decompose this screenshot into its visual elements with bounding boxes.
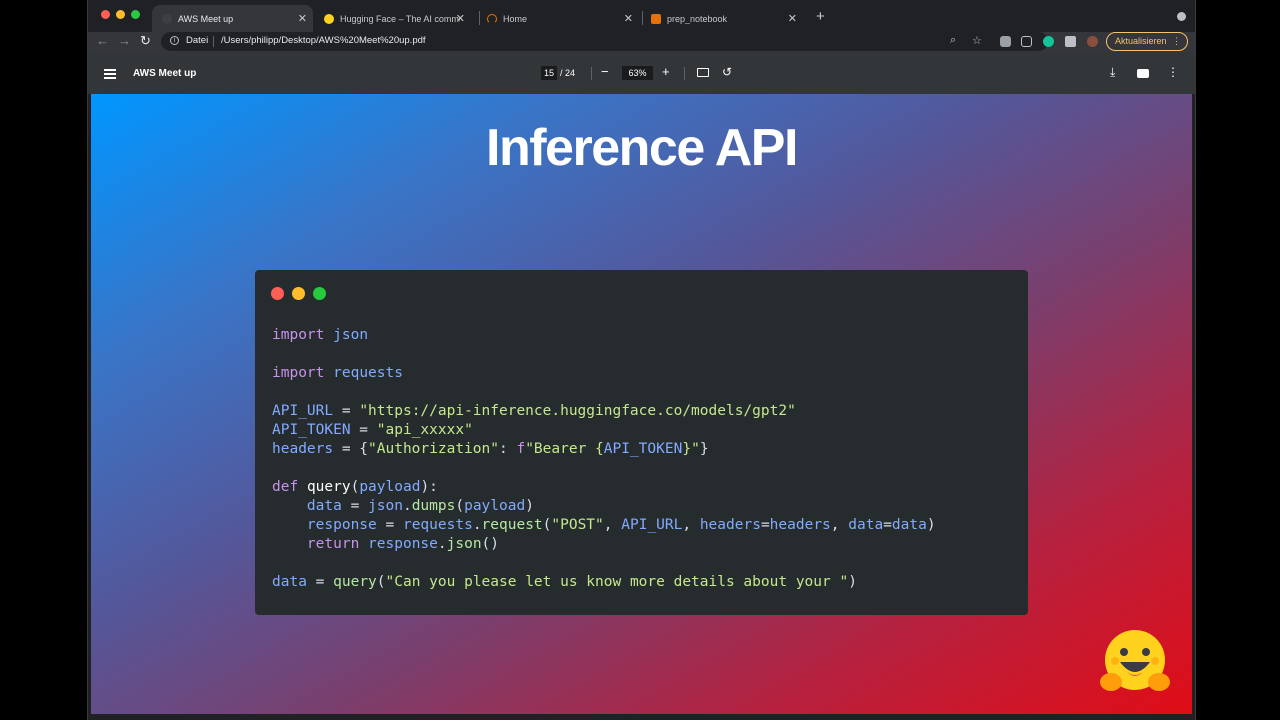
minimize-window-button[interactable] — [116, 10, 125, 19]
tab-hugging-face[interactable]: Hugging Face – The AI commu ✕ — [314, 5, 471, 32]
tab-home[interactable]: Home ✕ — [477, 5, 639, 32]
scheme-label: Datei — [186, 35, 209, 46]
puzzle-extensions-icon[interactable] — [1065, 36, 1076, 47]
tab-title: prep_notebook — [667, 13, 728, 24]
notion-extension-icon[interactable] — [1021, 36, 1032, 47]
toolbar-divider — [591, 67, 592, 80]
pdf-page-slide: Inference API import json import request… — [91, 94, 1192, 714]
forward-arrow-icon[interactable]: → — [118, 33, 131, 48]
rotate-icon[interactable]: ↺ — [722, 65, 732, 79]
more-vert-icon[interactable]: ⋮ — [1167, 65, 1179, 79]
tab-aws-meet-up[interactable]: AWS Meet up ✕ — [152, 5, 313, 32]
new-tab-button[interactable]: + — [816, 8, 825, 25]
back-arrow-icon[interactable]: ← — [96, 33, 109, 48]
tab-prep-notebook[interactable]: prep_notebook ✕ — [641, 5, 803, 32]
menu-icon[interactable] — [104, 69, 116, 79]
browser-toolbar: ← → ↻ i Datei /Users/philipp/Desktop/AWS… — [88, 32, 1195, 52]
url-text[interactable]: /Users/philipp/Desktop/AWS%20Meet%20up.p… — [221, 35, 426, 46]
close-icon[interactable]: ✕ — [298, 12, 307, 25]
browser-window: AWS Meet up ✕ Hugging Face – The AI comm… — [87, 0, 1196, 720]
tab-title: Hugging Face – The AI commu — [340, 13, 460, 24]
zoom-out-button[interactable]: − — [601, 64, 609, 79]
page-number-input[interactable]: 15 — [541, 66, 557, 80]
zoom-level-input[interactable]: 63% — [622, 66, 653, 80]
pdf-toolbar: AWS Meet up 15 / 24 − 63% + ↺ ⤓ ⋮ — [88, 52, 1195, 94]
search-icon[interactable]: ⌕ — [950, 34, 956, 47]
profile-avatar[interactable] — [1087, 36, 1098, 47]
update-button[interactable]: Aktualisieren ⋮ — [1106, 32, 1188, 51]
more-vert-icon: ⋮ — [1172, 36, 1181, 46]
tab-search-icon[interactable] — [1177, 12, 1186, 21]
document-title: AWS Meet up — [133, 68, 197, 79]
tab-title: AWS Meet up — [178, 13, 234, 24]
close-icon[interactable]: ✕ — [456, 12, 465, 25]
info-icon[interactable]: i — [170, 36, 179, 45]
toolbar-divider — [684, 67, 685, 80]
star-icon[interactable]: ☆ — [972, 34, 982, 47]
fit-to-page-icon[interactable] — [697, 68, 709, 77]
page-total: / 24 — [560, 68, 576, 78]
code-block: import json import requests API_URL = "h… — [272, 327, 936, 590]
jupyter-icon — [487, 13, 497, 24]
close-icon[interactable]: ✕ — [788, 12, 797, 25]
tab-title: Home — [503, 13, 528, 24]
url-divider — [213, 36, 214, 47]
grammarly-extension-icon[interactable] — [1043, 36, 1054, 47]
zoom-in-button[interactable]: + — [662, 64, 670, 79]
yellow-dot — [292, 287, 305, 300]
notebook-icon — [651, 13, 661, 24]
download-icon[interactable]: ⤓ — [1110, 65, 1115, 80]
slide-title: Inference API — [486, 119, 798, 177]
green-dot — [313, 287, 326, 300]
tab-strip: AWS Meet up ✕ Hugging Face – The AI comm… — [88, 0, 1195, 32]
print-icon[interactable] — [1137, 69, 1149, 78]
globe-icon — [162, 13, 172, 24]
reload-icon[interactable]: ↻ — [140, 33, 151, 49]
red-dot — [271, 287, 284, 300]
code-window: import json import requests API_URL = "h… — [255, 270, 1028, 615]
close-window-button[interactable] — [101, 10, 110, 19]
close-icon[interactable]: ✕ — [624, 12, 633, 25]
update-button-label: Aktualisieren — [1115, 36, 1167, 46]
hugging-face-icon — [324, 13, 334, 24]
hugging-face-emoji-icon — [1100, 630, 1170, 691]
address-bar[interactable]: i Datei /Users/philipp/Desktop/AWS%20Mee… — [161, 32, 1048, 51]
maximize-window-button[interactable] — [131, 10, 140, 19]
camera-extension-icon[interactable] — [1000, 36, 1011, 47]
